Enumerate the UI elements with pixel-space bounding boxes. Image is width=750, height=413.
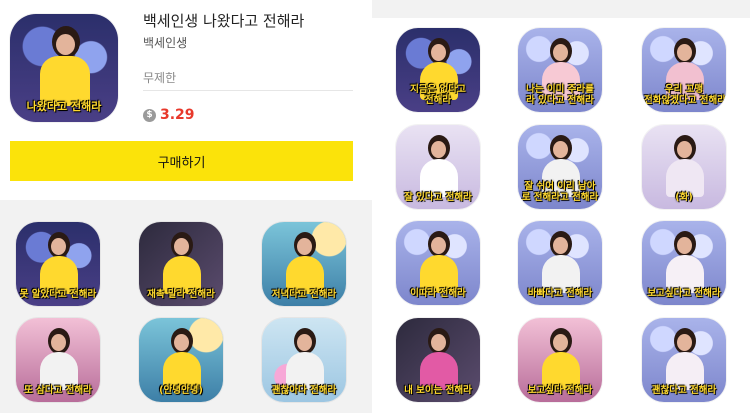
sticker-caption: 보고싶다고 전해라	[647, 288, 721, 299]
sticker-caption: 잘 쉬어 이리 남아 로 전해라고 전해라	[521, 181, 599, 203]
right-sticker[interactable]: 이따라 전해라	[396, 221, 480, 305]
sticker-caption-line2: 로 전해라고 전해라	[521, 192, 599, 203]
duration-label: 무제한	[143, 71, 177, 85]
sticker-caption: 괜찮아다 전해라	[271, 385, 337, 396]
singer-image	[161, 232, 201, 294]
sticker-grid-right: 지금은 없다고 전해라 나는 이미 주라를 라 있다고 전해라 우리 꼬맹 전화않겠다고 …	[372, 18, 750, 413]
singer-image	[161, 328, 201, 390]
sticker-caption: 이따라 전해라	[410, 288, 466, 299]
right-sticker[interactable]: (화)	[642, 125, 726, 209]
left-sticker[interactable]: 저녁다고 전해라	[262, 222, 346, 306]
right-sticker[interactable]: 괜찮다고 전해라	[642, 318, 726, 402]
sticker-caption: 나는 이미 주라를 라 있다고 전해라	[520, 84, 600, 106]
singer-image	[664, 231, 704, 293]
right-sticker[interactable]: 바빠다고 전해라	[518, 221, 602, 305]
right-sticker[interactable]: 보고싶다 전해라	[518, 318, 602, 402]
divider	[143, 90, 353, 91]
sticker-caption: 또 삼다고 전해라	[24, 385, 92, 396]
sticker-caption: 지금은 없다고 전해라	[398, 84, 478, 106]
left-sticker[interactable]: 못 알았다고 전해라	[16, 222, 100, 306]
thumbnail-caption: 나왔다고 전해라	[26, 100, 102, 113]
left-sticker[interactable]: 또 삼다고 전해라	[16, 318, 100, 402]
sticker-caption-line2: 전화않겠다고 전해라	[644, 95, 726, 106]
left-sticker[interactable]: 괜찮아다 전해라	[262, 318, 346, 402]
sticker-caption-line2: 전해라	[424, 95, 452, 106]
singer-image	[418, 328, 458, 390]
singer-image	[664, 328, 704, 390]
right-sticker[interactable]: 잘 있다고 전해라	[396, 125, 480, 209]
singer-image	[38, 328, 78, 390]
product-title: 백세인생 나왔다고 전해라	[143, 12, 305, 30]
right-sticker[interactable]: 보고싶다고 전해라	[642, 221, 726, 305]
sticker-caption: 재촉 말라 전해라	[147, 289, 215, 300]
sticker-caption: (안녕안녕)	[159, 385, 203, 396]
sticker-caption: 못 알았다고 전해라	[19, 289, 97, 300]
singer-image	[418, 135, 458, 197]
right-sticker[interactable]: 우리 꼬맹 전화않겠다고 전해라	[642, 28, 726, 112]
right-sticker[interactable]: 내 보이는 전해라	[396, 318, 480, 402]
singer-image	[284, 328, 324, 390]
sticker-caption: (화)	[675, 192, 693, 203]
sticker-grid-left: 못 알았다고 전해라 재촉 말라 전해라 저녁다고 전해라또 삼다고 전해라 (안녕안…	[0, 213, 372, 413]
buy-button[interactable]: 구매하기	[10, 141, 353, 181]
sticker-caption: 우리 꼬맹 전화않겠다고 전해라	[644, 84, 726, 106]
sticker-caption: 바빠다고 전해라	[527, 288, 593, 299]
price-value: 3.29	[160, 107, 195, 123]
sticker-caption: 괜찮다고 전해라	[651, 385, 717, 396]
sticker-caption: 잘 있다고 전해라	[404, 192, 472, 203]
sticker-caption: 내 보이는 전해라	[404, 385, 472, 396]
singer-image	[540, 231, 580, 293]
singer-image	[664, 135, 704, 197]
product-subtitle: 백세인생	[143, 36, 188, 50]
singer-image	[418, 231, 458, 293]
right-sticker[interactable]: 나는 이미 주라를 라 있다고 전해라	[518, 28, 602, 112]
coin-icon: $	[143, 109, 156, 122]
sticker-caption: 저녁다고 전해라	[271, 289, 337, 300]
left-sticker[interactable]: 재촉 말라 전해라	[139, 222, 223, 306]
left-sticker[interactable]: (안녕안녕)	[139, 318, 223, 402]
right-sticker[interactable]: 잘 쉬어 이리 남아 로 전해라고 전해라	[518, 125, 602, 209]
singer-image	[38, 232, 78, 294]
product-panel: 나왔다고 전해라 백세인생 나왔다고 전해라 백세인생 무제한 $ 3.29 구…	[0, 0, 372, 200]
right-sticker[interactable]: 지금은 없다고 전해라	[396, 28, 480, 112]
buy-button-label: 구매하기	[157, 155, 206, 171]
singer-image	[540, 328, 580, 390]
product-thumbnail: 나왔다고 전해라	[10, 14, 118, 122]
sticker-caption: 보고싶다 전해라	[527, 385, 593, 396]
sticker-caption-line2: 라 있다고 전해라	[526, 95, 594, 106]
singer-image	[284, 232, 324, 294]
